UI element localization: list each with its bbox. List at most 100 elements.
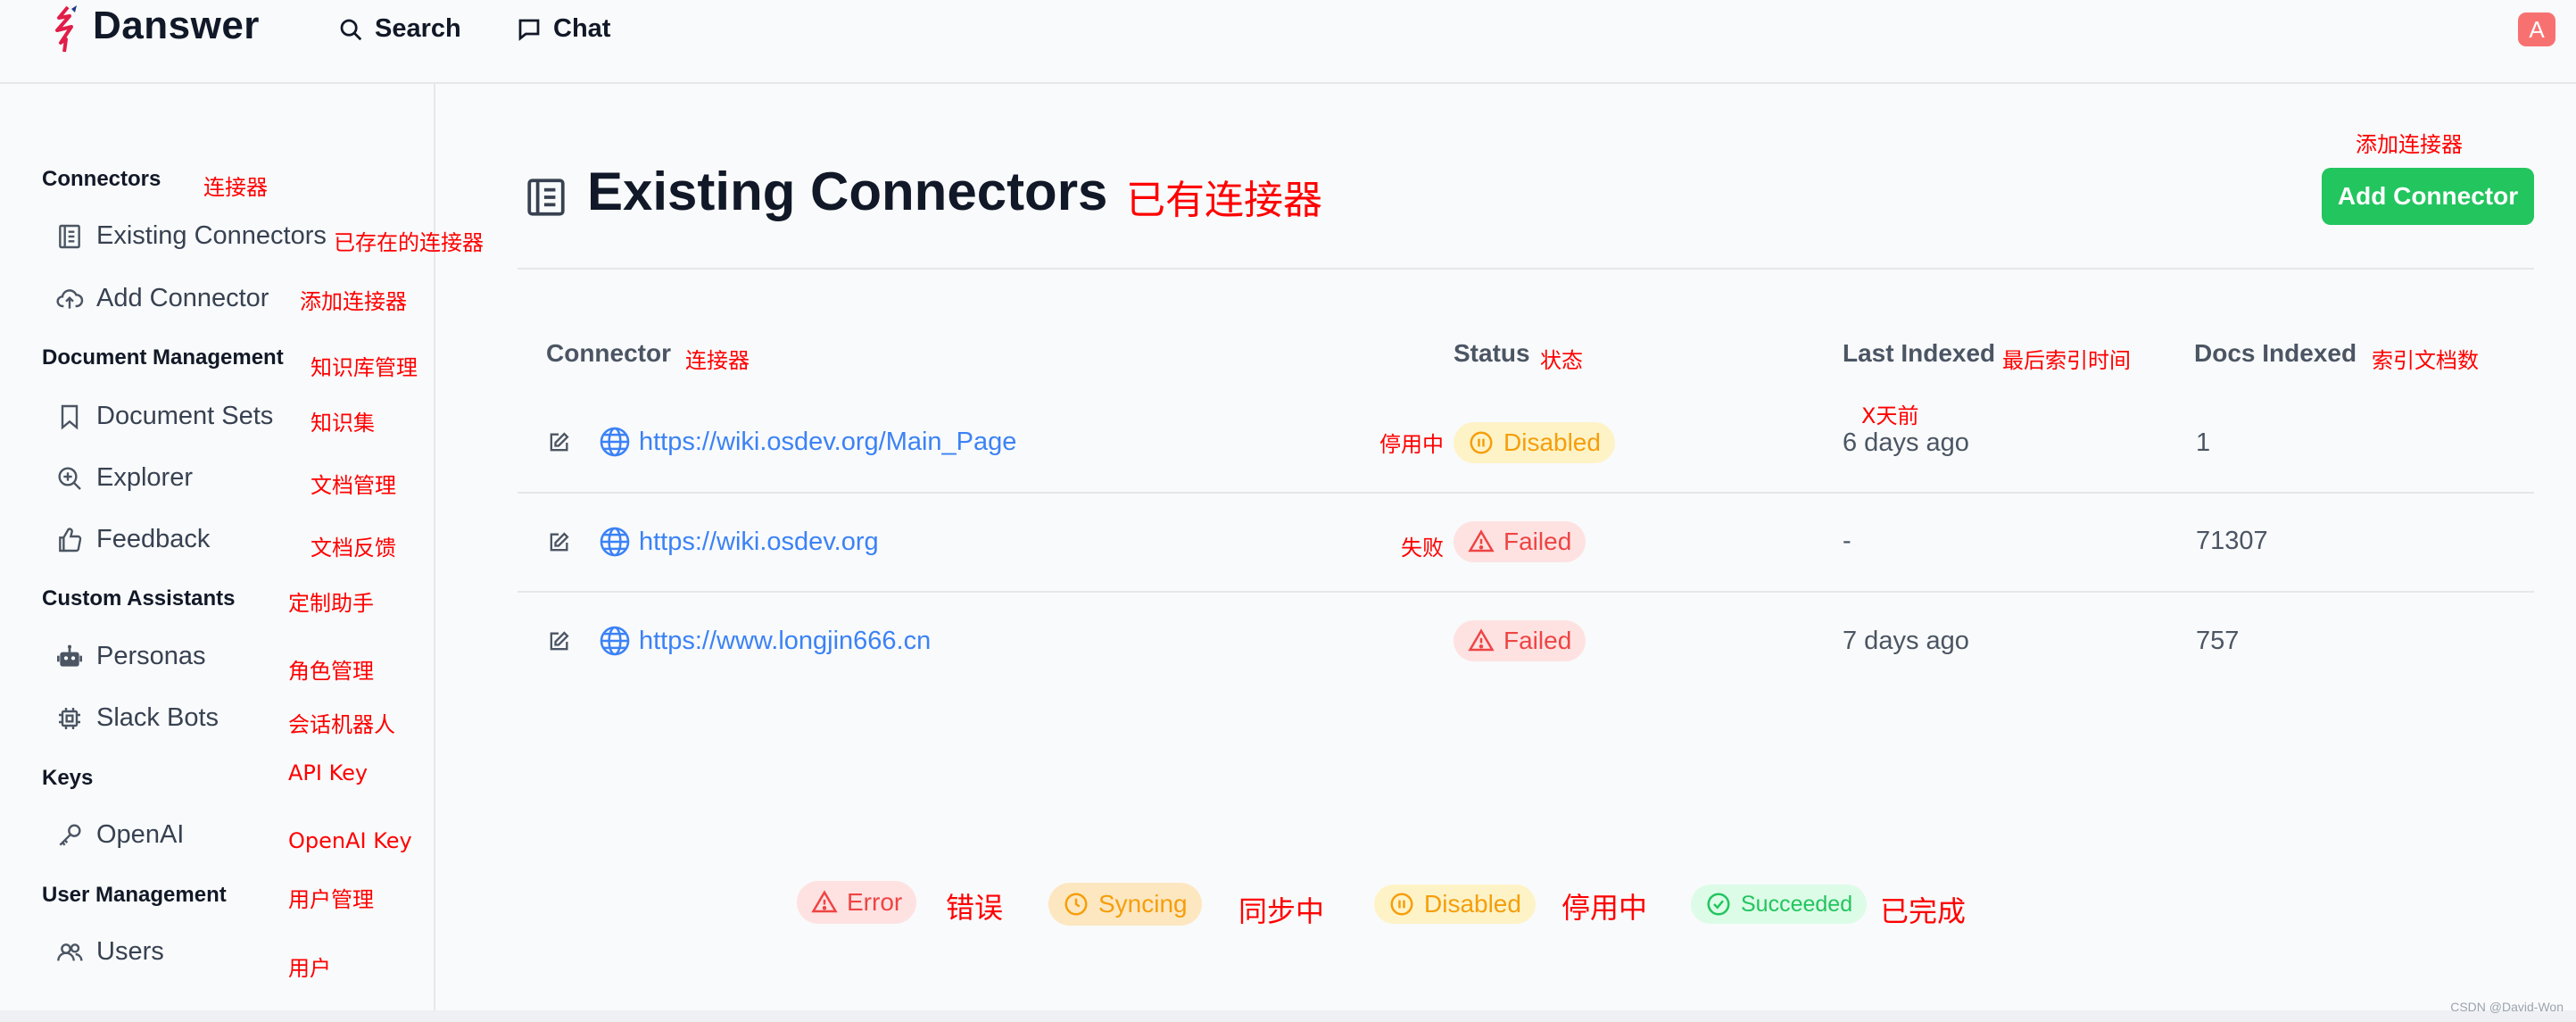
annotation-note: 会话机器人 bbox=[288, 712, 395, 737]
annotation-note: 连接器 bbox=[203, 175, 268, 200]
nav-chat-label: Chat bbox=[553, 14, 611, 43]
column-header-status: Status bbox=[1454, 339, 1530, 367]
docs-indexed: 757 bbox=[2196, 627, 2240, 655]
status-label: Disabled bbox=[1503, 428, 1601, 456]
brand-name[interactable]: Danswer bbox=[93, 4, 260, 48]
legend-badge-syncing: Syncing bbox=[1048, 883, 1202, 926]
users-icon bbox=[57, 943, 83, 960]
annotation-note: X天前 bbox=[1861, 403, 1919, 428]
docs-indexed: 71307 bbox=[2196, 527, 2268, 555]
warning-triangle-icon bbox=[1468, 529, 1495, 553]
sidebar-item-label: Document Sets bbox=[96, 402, 274, 430]
connector-link[interactable]: https://www.longjin666.cn bbox=[639, 627, 931, 656]
annotation-note: 添加连接器 bbox=[300, 289, 407, 314]
legend-badge-error: Error bbox=[797, 881, 917, 924]
sidebar-item-label: Personas bbox=[96, 642, 206, 670]
add-connector-button[interactable]: Add Connector bbox=[2322, 168, 2534, 225]
edit-icon[interactable] bbox=[546, 629, 571, 654]
divider bbox=[518, 268, 2534, 270]
list-icon bbox=[59, 224, 80, 248]
last-indexed: 6 days ago bbox=[1843, 428, 1969, 457]
sidebar-item-openai[interactable]: OpenAI bbox=[55, 820, 184, 850]
sidebar-item-label: Add Connector bbox=[96, 284, 269, 312]
annotation-note: 状态 bbox=[1540, 348, 1583, 373]
cloud-upload-icon bbox=[56, 288, 84, 309]
connector-link[interactable]: https://wiki.osdev.org bbox=[639, 528, 879, 557]
danswer-logo-icon[interactable] bbox=[50, 4, 84, 54]
status-label: Failed bbox=[1503, 528, 1572, 555]
annotation-note: 文档管理 bbox=[311, 473, 396, 498]
status-label: Failed bbox=[1503, 627, 1572, 654]
sidebar-item-document-sets[interactable]: Document Sets bbox=[55, 402, 273, 431]
legend-badge-disabled: Disabled bbox=[1374, 885, 1536, 924]
globe-icon bbox=[600, 527, 630, 557]
legend-label: Syncing bbox=[1098, 890, 1188, 918]
legend-badge-succeeded: Succeeded bbox=[1691, 885, 1868, 924]
sidebar-section-keys: Keys bbox=[42, 766, 94, 790]
sidebar-item-feedback[interactable]: Feedback bbox=[55, 525, 210, 554]
column-header-last-indexed: Last Indexed bbox=[1843, 339, 1996, 367]
robot-icon bbox=[57, 644, 82, 667]
annotation-note: 用户 bbox=[288, 956, 331, 981]
annotation-note: 定制助手 bbox=[288, 591, 374, 616]
column-header-connector: Connector bbox=[546, 339, 671, 367]
legend-label: Succeeded bbox=[1741, 891, 1853, 917]
pause-circle-icon bbox=[1470, 431, 1493, 454]
annotation-note: 知识库管理 bbox=[311, 355, 418, 380]
sidebar-item-explorer[interactable]: Explorer bbox=[55, 463, 193, 493]
annotation-note: 同步中 bbox=[1238, 894, 1325, 928]
sidebar-item-label: Existing Connectors bbox=[96, 221, 327, 250]
watermark: CSDN @David-Won bbox=[2450, 1000, 2564, 1014]
annotation-note: 失败 bbox=[1401, 536, 1444, 561]
bookmark-icon bbox=[61, 404, 79, 430]
search-icon bbox=[340, 19, 362, 40]
sidebar-item-personas[interactable]: Personas bbox=[55, 642, 206, 671]
annotation-note: 已完成 bbox=[1880, 894, 1967, 928]
annotation-note: 知识集 bbox=[311, 411, 375, 436]
sidebar-item-label: Explorer bbox=[96, 463, 193, 492]
sidebar-item-label: Slack Bots bbox=[96, 703, 219, 732]
status-badge: Failed bbox=[1454, 521, 1586, 562]
nav-search-link[interactable]: Search bbox=[337, 14, 461, 44]
sidebar-item-add-connector[interactable]: Add Connector bbox=[55, 284, 269, 313]
sidebar-item-label: Users bbox=[96, 937, 164, 966]
sidebar-item-users[interactable]: Users bbox=[55, 937, 164, 967]
globe-icon bbox=[600, 626, 630, 656]
nav-search-label: Search bbox=[375, 14, 461, 43]
annotation-note: OpenAI Key bbox=[288, 828, 412, 853]
sidebar-section-custom-assistants: Custom Assistants bbox=[42, 586, 236, 611]
sidebar-item-label: OpenAI bbox=[96, 820, 185, 849]
sidebar-item-slack-bots[interactable]: Slack Bots bbox=[55, 703, 219, 733]
annotation-note: 已存在的连接器 bbox=[334, 230, 484, 255]
key-icon bbox=[59, 823, 81, 846]
legend-label: Error bbox=[847, 888, 903, 916]
sidebar-section-connectors: Connectors bbox=[42, 167, 162, 191]
check-circle-icon bbox=[1707, 893, 1730, 916]
nav-chat-link[interactable]: Chat bbox=[516, 14, 610, 44]
annotation-note: 停用中 bbox=[1379, 432, 1444, 457]
last-indexed: - bbox=[1843, 527, 1851, 555]
annotation-note: API Key bbox=[288, 760, 369, 785]
annotation-note: 文档反馈 bbox=[311, 536, 396, 561]
annotation-note: 添加连接器 bbox=[2356, 132, 2463, 157]
row-divider bbox=[518, 591, 2534, 593]
pause-circle-icon bbox=[1390, 893, 1413, 916]
docs-indexed: 1 bbox=[2196, 428, 2211, 457]
footer-strip bbox=[0, 1010, 2576, 1022]
edit-icon[interactable] bbox=[546, 430, 571, 455]
annotation-note: 用户管理 bbox=[288, 887, 374, 912]
sidebar-section-document-management: Document Management bbox=[42, 345, 284, 370]
annotation-note: 错误 bbox=[946, 891, 1004, 925]
column-header-docs-indexed: Docs Indexed bbox=[2194, 339, 2357, 367]
annotation-note: 停用中 bbox=[1561, 891, 1648, 925]
row-divider bbox=[518, 492, 2534, 494]
connector-link[interactable]: https://wiki.osdev.org/Main_Page bbox=[639, 428, 1016, 457]
annotation-note: 索引文档数 bbox=[2372, 348, 2479, 373]
sidebar-item-existing-connectors[interactable]: Existing Connectors bbox=[55, 221, 327, 251]
edit-icon[interactable] bbox=[546, 530, 571, 555]
user-avatar[interactable]: A bbox=[2518, 12, 2555, 46]
warning-triangle-icon bbox=[1468, 628, 1495, 652]
status-badge: Failed bbox=[1454, 620, 1586, 661]
status-badge: Disabled bbox=[1454, 422, 1615, 463]
sidebar-item-label: Feedback bbox=[96, 525, 211, 553]
